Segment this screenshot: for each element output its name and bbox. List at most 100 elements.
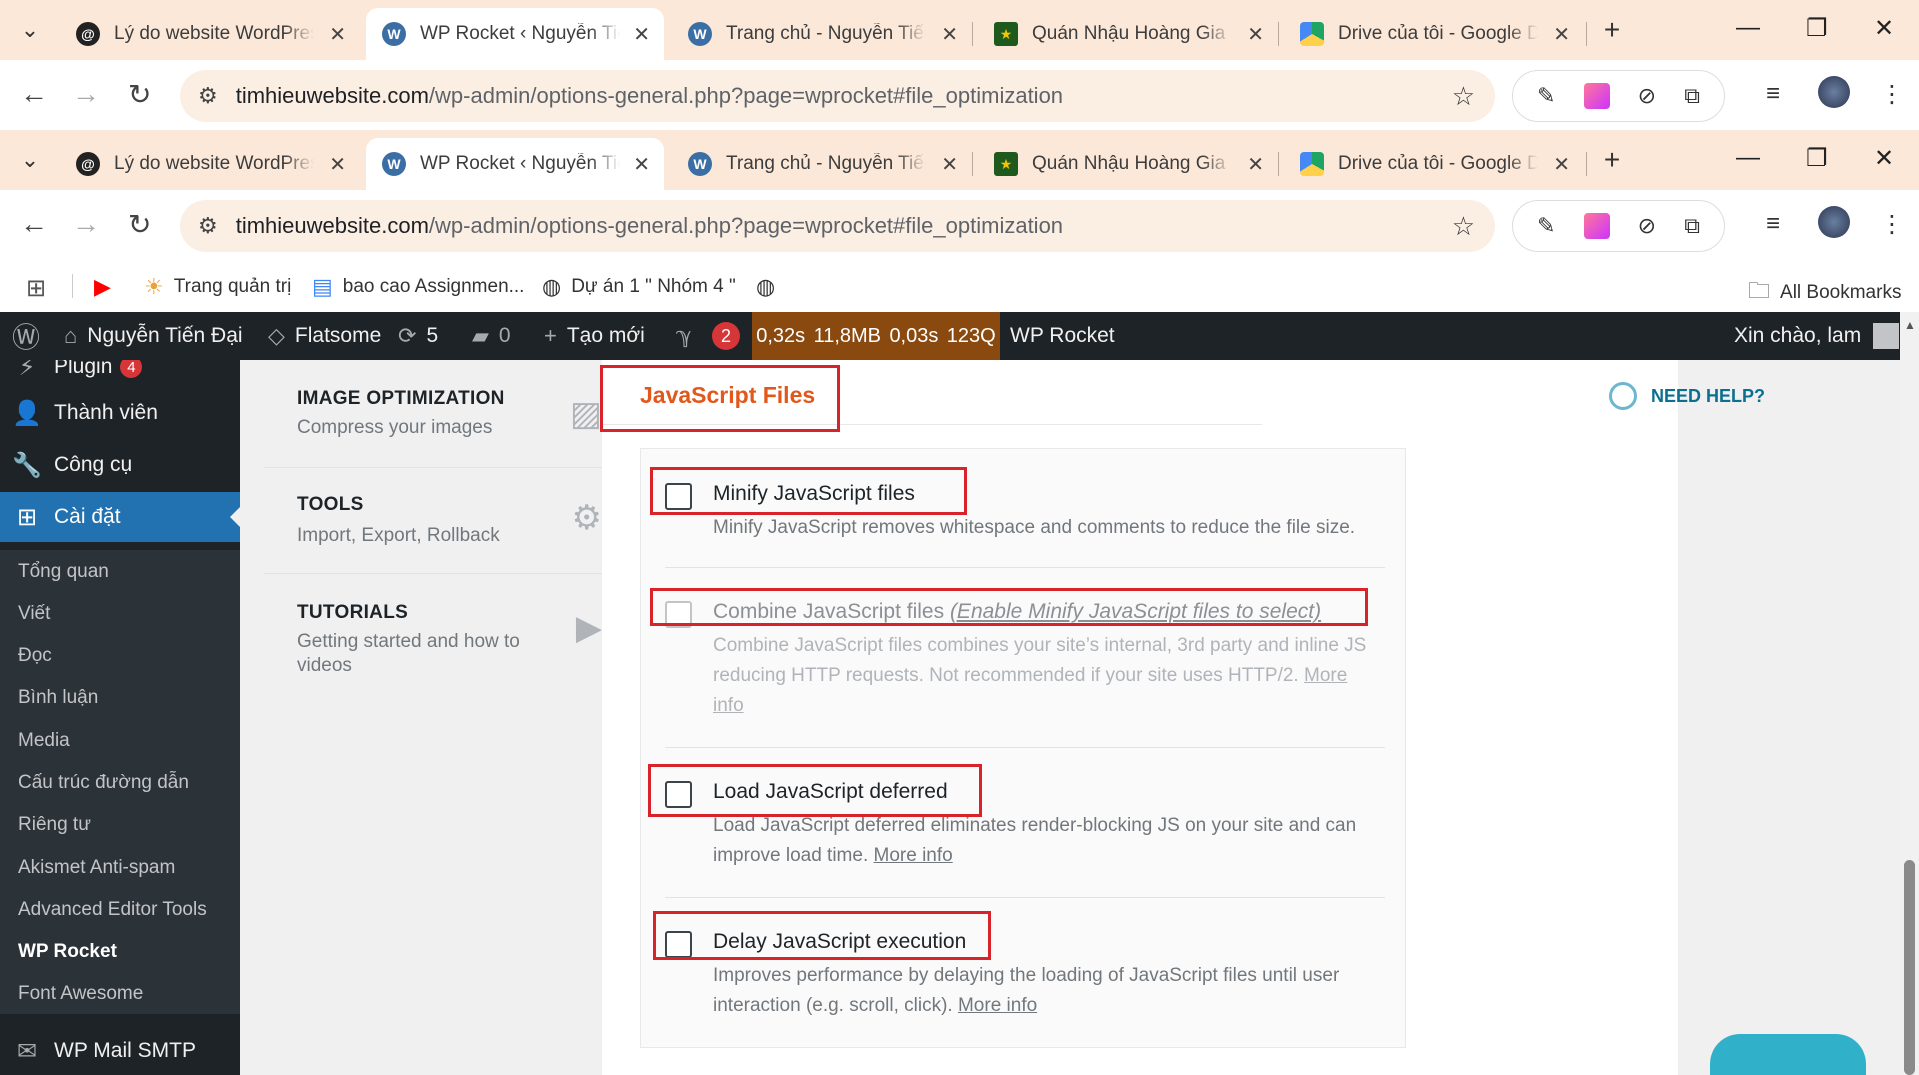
tab-1[interactable]: W WP Rocket ‹ Nguyễn Tiến ✕	[366, 8, 664, 60]
media-control-icon[interactable]: ≡	[1766, 80, 1780, 108]
menu-kebab-icon[interactable]: ⋮	[1880, 80, 1904, 109]
forward-icon[interactable]: →	[72, 208, 100, 240]
submenu-media[interactable]: Media	[18, 730, 70, 752]
tab-1[interactable]: W WP Rocket ‹ Nguyễn Tiến ✕	[366, 138, 664, 190]
bookmark-du-an[interactable]: ◍ Dự án 1 " Nhóm 4 "	[542, 274, 736, 300]
more-info-link[interactable]: More info	[958, 995, 1037, 1016]
submenu-font-awesome[interactable]: Font Awesome	[18, 983, 143, 1005]
all-bookmarks[interactable]: 🗀 All Bookmarks	[1748, 274, 1901, 312]
back-icon[interactable]: ←	[20, 78, 48, 110]
window-close-icon[interactable]: ✕	[1874, 14, 1894, 43]
puzzle-icon[interactable]: ⧉	[1684, 83, 1700, 109]
color-extension-icon[interactable]	[1583, 83, 1610, 109]
puzzle-icon[interactable]: ⧉	[1684, 213, 1700, 239]
wp-rocket-link[interactable]: WP Rocket	[1010, 312, 1115, 360]
option-label[interactable]: Delay JavaScript execution	[713, 930, 966, 954]
chat-widget-button[interactable]	[1710, 1034, 1866, 1075]
minify-js-checkbox[interactable]	[665, 483, 692, 510]
close-icon[interactable]: ✕	[329, 22, 346, 47]
bookmark-trang-quan-tri[interactable]: ☀ Trang quản trị	[144, 274, 291, 300]
option-label[interactable]: Load JavaScript deferred	[713, 780, 948, 804]
tab-3[interactable]: ★ Quán Nhậu Hoàng Gia ✕	[978, 8, 1278, 60]
new-content-link[interactable]: + Tạo mới	[544, 312, 645, 360]
submenu-cau-truc-duong-dan[interactable]: Cấu trúc đường dẫn	[18, 772, 189, 794]
site-name-link[interactable]: ⌂ Nguyễn Tiến Đại	[64, 312, 243, 360]
media-control-icon[interactable]: ≡	[1766, 210, 1780, 238]
tab-4[interactable]: Drive của tôi - Google Dr ✕	[1284, 8, 1584, 60]
reload-icon[interactable]: ↻	[128, 78, 151, 111]
close-icon[interactable]: ✕	[1553, 152, 1570, 177]
close-icon[interactable]: ✕	[1247, 22, 1264, 47]
bookmark-star-icon[interactable]: ☆	[1452, 211, 1475, 242]
nav-tools[interactable]: TOOLS Import, Export, Rollback ⚙	[264, 468, 626, 574]
submenu-tong-quan[interactable]: Tổng quan	[18, 561, 109, 583]
minimize-icon[interactable]: —	[1736, 14, 1760, 42]
tab-2[interactable]: W Trang chủ - Nguyễn Tiến ✕	[672, 8, 972, 60]
close-icon[interactable]: ✕	[329, 152, 346, 177]
bookmark-youtube[interactable]: ▶	[94, 274, 121, 300]
tab-0[interactable]: @ Lý do website WordPress ✕	[60, 138, 360, 190]
theme-link[interactable]: ◇ Flatsome	[268, 312, 381, 360]
nav-image-optimization[interactable]: IMAGE OPTIMIZATION Compress your images …	[264, 360, 626, 468]
bookmark-bao-cao[interactable]: ▤ bao cao Assignmen...	[312, 274, 524, 300]
submenu-doc[interactable]: Đọc	[18, 645, 52, 667]
menu-kebab-icon[interactable]: ⋮	[1880, 210, 1904, 239]
submenu-binh-luan[interactable]: Bình luận	[18, 687, 98, 709]
close-icon[interactable]: ✕	[941, 152, 958, 177]
eyedropper-icon[interactable]: ✎	[1537, 83, 1555, 109]
tab-search-chevron-icon[interactable]: ⌄	[12, 12, 48, 48]
more-info-link[interactable]: More info	[874, 845, 953, 866]
option-label[interactable]: Minify JavaScript files	[713, 482, 915, 506]
new-tab-plus-icon[interactable]: +	[1594, 12, 1630, 48]
tab-0[interactable]: @ Lý do website WordPress ✕	[60, 8, 360, 60]
url-text[interactable]: timhieuwebsite.com/wp-admin/options-gene…	[236, 213, 1063, 239]
tab-2[interactable]: W Trang chủ - Nguyễn Tiến ✕	[672, 138, 972, 190]
query-monitor-stats[interactable]: 0,32s 11,8MB 0,03s 123Q	[752, 312, 1000, 360]
window-close-icon[interactable]: ✕	[1874, 144, 1894, 173]
delay-js-checkbox[interactable]	[665, 931, 692, 958]
url-text[interactable]: timhieuwebsite.com/wp-admin/options-gene…	[236, 83, 1063, 109]
restore-icon[interactable]: ❐	[1806, 144, 1828, 173]
page-scrollbar[interactable]: ▲	[1900, 312, 1919, 1075]
menu-wp-mail-smtp[interactable]: ✉ WP Mail SMTP	[0, 1026, 240, 1075]
yoast-link[interactable]: ℽ 2	[676, 312, 741, 360]
submenu-viet[interactable]: Viết	[18, 603, 50, 625]
avatar[interactable]	[1818, 206, 1850, 238]
submenu-advanced-editor-tools[interactable]: Advanced Editor Tools	[18, 899, 207, 921]
new-tab-plus-icon[interactable]: +	[1594, 142, 1630, 178]
bookmark-star-icon[interactable]: ☆	[1452, 81, 1475, 112]
option-label[interactable]: Combine JavaScript files (Enable Minify …	[713, 600, 1321, 624]
scrollbar-thumb[interactable]	[1904, 860, 1915, 1075]
tab-search-chevron-icon[interactable]: ⌄	[12, 142, 48, 178]
bookmark-globe[interactable]: ◍	[756, 274, 785, 300]
close-icon[interactable]: ✕	[941, 22, 958, 47]
close-icon[interactable]: ✕	[633, 152, 650, 177]
eyedropper-icon[interactable]: ✎	[1537, 213, 1555, 239]
scroll-up-icon[interactable]: ▲	[1904, 318, 1916, 332]
site-settings-icon[interactable]: ⚙	[198, 83, 218, 109]
minimize-icon[interactable]: —	[1736, 144, 1760, 172]
need-help-link[interactable]: NEED HELP?	[1609, 382, 1765, 410]
restore-icon[interactable]: ❐	[1806, 14, 1828, 43]
reload-icon[interactable]: ↻	[128, 208, 151, 241]
color-extension-icon[interactable]	[1583, 213, 1610, 239]
eye-off-icon[interactable]: ⊘	[1638, 83, 1656, 109]
submenu-akismet[interactable]: Akismet Anti-spam	[18, 857, 175, 879]
submenu-rieng-tu[interactable]: Riêng tư	[18, 814, 91, 836]
updates-link[interactable]: ⟳ 5	[398, 312, 438, 360]
menu-thanh-vien[interactable]: 👤 Thành viên	[0, 388, 240, 438]
address-bar[interactable]: ⚙ timhieuwebsite.com/wp-admin/options-ge…	[180, 200, 1495, 252]
tab-4[interactable]: Drive của tôi - Google Dr ✕	[1284, 138, 1584, 190]
tab-3[interactable]: ★ Quán Nhậu Hoàng Gia ✕	[978, 138, 1278, 190]
menu-cai-dat[interactable]: ⊞ Cài đặt	[0, 492, 240, 542]
wordpress-logo-icon[interactable]: Ⓦ	[12, 312, 50, 360]
close-icon[interactable]: ✕	[633, 22, 650, 47]
eye-off-icon[interactable]: ⊘	[1638, 213, 1656, 239]
defer-js-checkbox[interactable]	[665, 781, 692, 808]
account-link[interactable]: Xin chào, lam	[1734, 312, 1900, 360]
forward-icon[interactable]: →	[72, 78, 100, 110]
apps-grid-icon[interactable]: ⊞	[26, 274, 46, 303]
close-icon[interactable]: ✕	[1553, 22, 1570, 47]
close-icon[interactable]: ✕	[1247, 152, 1264, 177]
combine-js-checkbox[interactable]	[665, 601, 692, 628]
